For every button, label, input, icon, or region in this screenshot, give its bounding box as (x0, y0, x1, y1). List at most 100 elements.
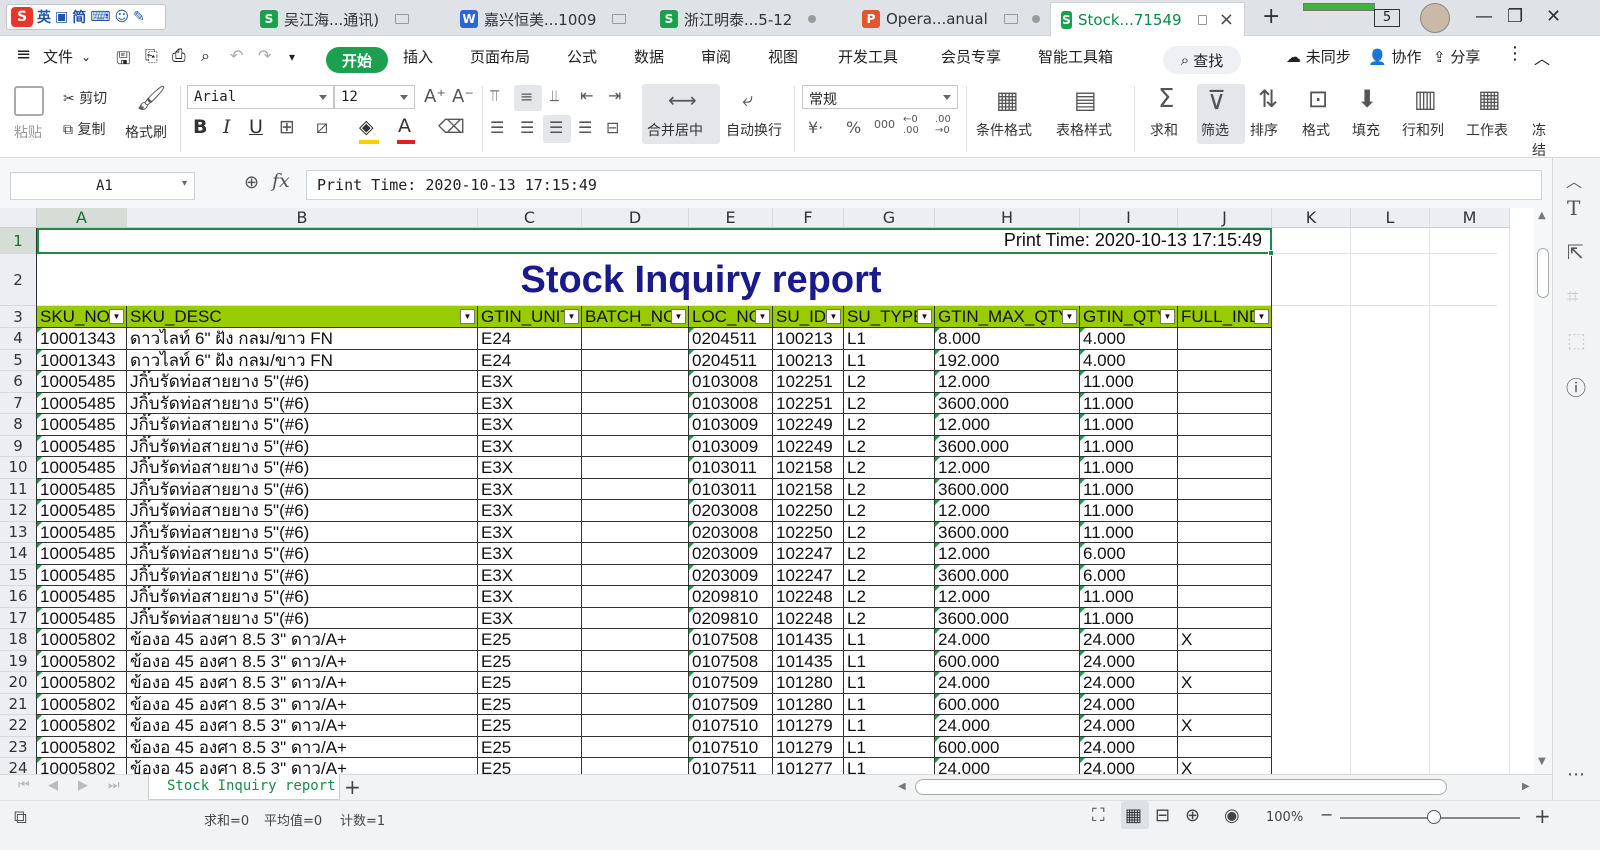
align-bottom-icon[interactable]: ⫫ (550, 86, 559, 106)
row-header-3[interactable]: 3 (0, 306, 37, 328)
table-cell[interactable]: L1 (844, 328, 934, 350)
table-cell[interactable]: 0209810 (689, 608, 772, 630)
row-header-13[interactable]: 13 (0, 521, 37, 543)
table-cell[interactable]: 0107509 (689, 694, 772, 716)
row-header-14[interactable]: 14 (0, 543, 37, 565)
row-header-2[interactable]: 2 (0, 254, 37, 306)
table-cell[interactable]: 101280 (773, 672, 843, 694)
table-cell[interactable]: 0204511 (689, 328, 772, 350)
table-cell[interactable]: 10005802 (37, 651, 126, 673)
table-cell[interactable]: E3X (478, 586, 581, 608)
cloud-sync-button[interactable]: ☁ 未同步 (1286, 46, 1351, 67)
filter-dropdown-icon[interactable]: ▼ (1160, 309, 1175, 324)
table-cell[interactable]: Jกิ๊บรัดท่อสายยาง 5"(#6) (127, 586, 477, 608)
table-cell[interactable] (1178, 457, 1271, 479)
table-cell[interactable]: Jกิ๊บรัดท่อสายยาง 5"(#6) (127, 565, 477, 587)
table-cell[interactable]: ดาวไลท์ 6" ฝัง กลม/ขาว FN (127, 328, 477, 350)
table-cell[interactable]: E24 (478, 328, 581, 350)
table-cell[interactable]: 24.000 (935, 672, 1079, 694)
table-cell[interactable]: 100213 (773, 350, 843, 372)
clear-icon[interactable]: ⌫ (438, 116, 465, 138)
table-cell[interactable] (582, 672, 688, 694)
column-header-l[interactable]: L (1351, 208, 1430, 228)
wrap-text-icon[interactable]: ⤶ (742, 87, 753, 111)
table-cell[interactable]: 0107511 (689, 758, 772, 774)
cell-style-icon[interactable]: ⧄ (316, 116, 328, 138)
table-cell[interactable] (582, 350, 688, 372)
text-icon[interactable]: T (1567, 196, 1580, 220)
restore-icon[interactable]: ❐ (1507, 6, 1523, 27)
border-icon[interactable]: ⊞ (279, 116, 295, 138)
table-cell[interactable]: ข้องอ 45 องศา 8.5 3" ดาว/A+ (127, 694, 477, 716)
table-cell[interactable]: Jกิ๊บรัดท่อสายยาง 5"(#6) (127, 371, 477, 393)
table-cell[interactable] (1178, 586, 1271, 608)
table-cell[interactable] (1178, 436, 1271, 458)
wrench-icon[interactable]: ✎ (133, 9, 145, 25)
table-cell[interactable]: L2 (844, 543, 934, 565)
row-header-20[interactable]: 20 (0, 672, 37, 694)
print-icon[interactable]: ⎙ (172, 46, 186, 66)
zoom-level[interactable]: 100% (1266, 810, 1303, 825)
avatar[interactable] (1420, 3, 1450, 33)
table-cell[interactable] (582, 586, 688, 608)
table-style-button[interactable]: 表格样式 (1056, 120, 1112, 140)
hscroll-right-icon[interactable]: ▶ (1522, 781, 1530, 792)
tab-smart-toolbox[interactable]: 智能工具箱 (1038, 46, 1113, 67)
table-cell[interactable]: E25 (478, 629, 581, 651)
tab-view[interactable]: 视图 (768, 46, 798, 67)
pointer-icon[interactable]: ⇱ (1567, 240, 1584, 264)
table-cell[interactable]: 3600.000 (935, 479, 1079, 501)
indent-increase-icon[interactable]: ⇥ (608, 86, 621, 105)
table-cell[interactable] (582, 608, 688, 630)
table-cell[interactable]: Jกิ๊บรัดท่อสายยาง 5"(#6) (127, 436, 477, 458)
print-time-cell[interactable]: Print Time: 2020-10-13 17:15:49 (127, 230, 1266, 251)
table-cell[interactable] (1178, 694, 1271, 716)
table-cell[interactable]: E3X (478, 414, 581, 436)
cut-button[interactable]: ✂ 剪切 (63, 88, 107, 108)
row-header-11[interactable]: 11 (0, 478, 37, 500)
table-cell[interactable]: 0103008 (689, 371, 772, 393)
table-cell[interactable]: 102248 (773, 608, 843, 630)
scroll-down-icon[interactable]: ▼ (1538, 756, 1546, 767)
decrease-decimal-icon[interactable]: .00 →0 (935, 114, 951, 136)
menu-file[interactable]: 文件 (43, 46, 73, 67)
sheet-nav-last-icon[interactable]: ⏭ (108, 778, 120, 793)
chevron-down-icon[interactable]: ⌄ (81, 50, 91, 64)
tab-page-layout[interactable]: 页面布局 (470, 46, 530, 67)
table-cell[interactable] (1178, 500, 1271, 522)
tab-member[interactable]: 会员专享 (941, 46, 1001, 67)
table-cell[interactable]: 10005485 (37, 565, 126, 587)
filter-dropdown-icon[interactable]: ▼ (564, 309, 579, 324)
zoom-out-icon[interactable]: − (1320, 805, 1333, 824)
format-icon[interactable]: ⊡ (1308, 85, 1328, 113)
row-header-16[interactable]: 16 (0, 586, 37, 608)
table-cell[interactable]: L2 (844, 565, 934, 587)
table-cell[interactable]: 102248 (773, 586, 843, 608)
wrap-text-button[interactable]: 自动换行 (726, 120, 782, 140)
table-cell[interactable]: 0107508 (689, 629, 772, 651)
table-cell[interactable]: 102251 (773, 393, 843, 415)
row-header-18[interactable]: 18 (0, 629, 37, 651)
table-cell[interactable]: L2 (844, 436, 934, 458)
table-cell[interactable]: 12.000 (935, 500, 1079, 522)
table-cell[interactable] (582, 651, 688, 673)
formula-input[interactable]: Print Time: 2020-10-13 17:15:49 (306, 170, 1542, 200)
column-header-b[interactable]: B (127, 208, 478, 228)
table-cell[interactable]: E25 (478, 758, 581, 774)
table-cell[interactable]: 24.000 (935, 758, 1079, 774)
table-cell[interactable]: E3X (478, 371, 581, 393)
table-cell[interactable] (1178, 371, 1271, 393)
distribute-icon[interactable]: ⊟ (606, 118, 619, 137)
paste-icon[interactable] (14, 86, 44, 116)
table-cell[interactable]: 11.000 (1080, 371, 1177, 393)
select-all-corner[interactable] (0, 208, 37, 228)
table-cell[interactable]: Jกิ๊บรัดท่อสายยาง 5"(#6) (127, 479, 477, 501)
tab-review[interactable]: 审阅 (701, 46, 731, 67)
table-cell[interactable]: L1 (844, 672, 934, 694)
filter-dropdown-icon[interactable]: ▼ (826, 309, 841, 324)
table-cell[interactable]: 11.000 (1080, 479, 1177, 501)
sort-icon[interactable]: ⇅ (1258, 85, 1278, 113)
emoji-icon[interactable]: ☺ (114, 9, 129, 25)
conditional-format-button[interactable]: 条件格式 (976, 120, 1032, 140)
page-layout-view-icon[interactable]: ⊟ (1155, 805, 1170, 826)
